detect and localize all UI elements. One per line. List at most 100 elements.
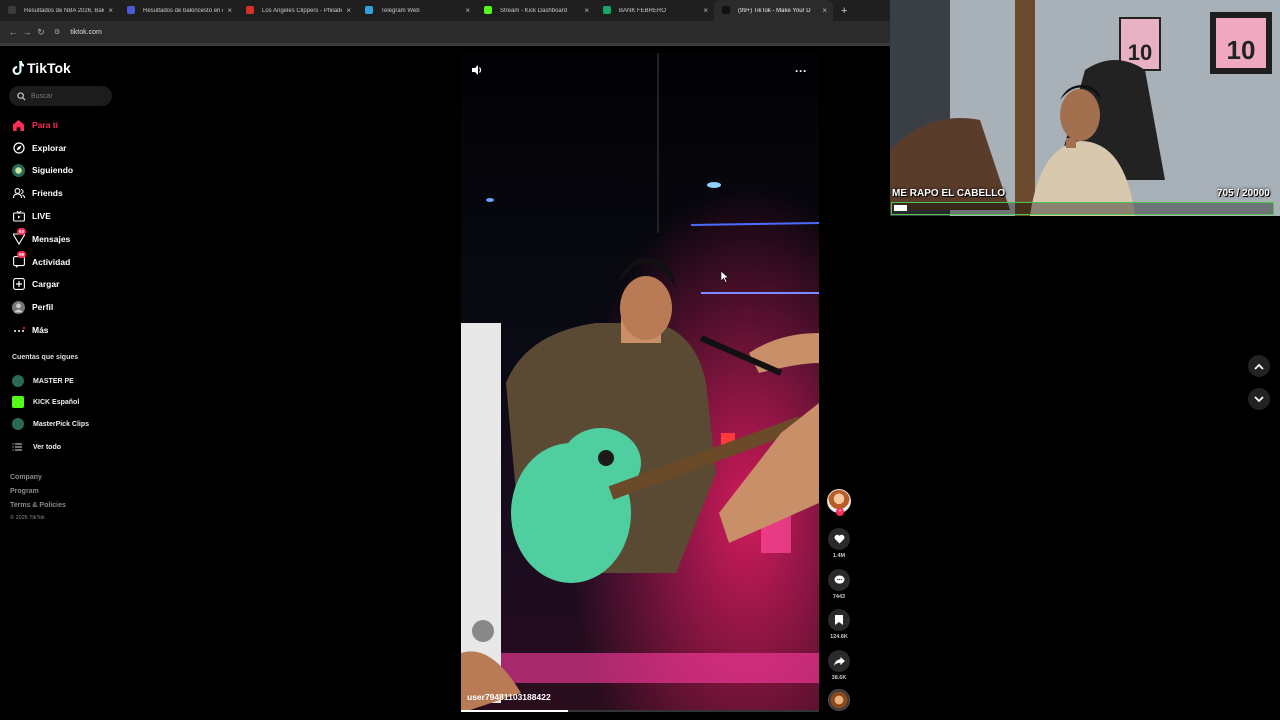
new-tab-button[interactable]: +: [841, 5, 847, 17]
browser-tab[interactable]: Telegram Web ×: [357, 0, 476, 21]
tab-close-icon[interactable]: ×: [465, 6, 470, 15]
browser-tab[interactable]: Los Angeles Clippers - Philadel ×: [238, 0, 357, 21]
tab-close-icon[interactable]: ×: [584, 6, 589, 15]
like-action[interactable]: 1.4M: [828, 528, 850, 559]
home-icon: [12, 119, 25, 132]
tab-favicon-icon: [365, 6, 373, 14]
save-count: 124.6K: [830, 634, 848, 640]
next-video-button[interactable]: [1248, 388, 1270, 410]
browser-tab[interactable]: (99+) TikTok - Make Your D ×: [714, 0, 833, 21]
sidebar-item-label: Mensajes: [32, 234, 71, 244]
speaker-icon: [472, 65, 482, 75]
following-avatar-icon: [12, 163, 25, 177]
following-item[interactable]: MasterPick Clips: [12, 417, 89, 431]
follow-plus-icon[interactable]: +: [836, 508, 844, 516]
save-action[interactable]: 124.6K: [828, 609, 850, 640]
video-username[interactable]: user79481103188422: [467, 692, 551, 702]
following-item[interactable]: MASTER PE: [12, 374, 74, 388]
sidebar-item-label: Para ti: [32, 120, 58, 130]
back-icon[interactable]: ←: [6, 27, 20, 37]
sidebar-item-actividad[interactable]: 99 Actividad: [12, 250, 70, 269]
tab-close-icon[interactable]: ×: [703, 6, 708, 15]
browser-tab[interactable]: Resultados de NBA 2026, Balon ×: [0, 0, 119, 21]
sidebar-item-label: Más: [32, 325, 49, 335]
share-action[interactable]: 38.6K: [828, 650, 850, 681]
compass-icon: [12, 142, 25, 155]
more-options-button[interactable]: ···: [795, 64, 807, 78]
site-info-icon[interactable]: ⚙: [54, 28, 60, 36]
tab-favicon-icon: [8, 6, 16, 14]
tab-favicon-icon: [246, 6, 254, 14]
tab-close-icon[interactable]: ×: [346, 6, 351, 15]
tab-close-icon[interactable]: ×: [822, 6, 827, 15]
browser-tab-bar: Resultados de NBA 2026, Balon × Resultados…: [0, 0, 890, 21]
account-avatar: [12, 418, 24, 430]
profile-avatar-icon: [12, 300, 25, 314]
chrome-divider: [0, 43, 890, 46]
tab-favicon-icon: [127, 6, 135, 14]
like-count: 1.4M: [832, 553, 846, 559]
url-text[interactable]: tiktok.com: [70, 29, 102, 36]
sidebar-item-para-ti[interactable]: Para ti: [12, 118, 58, 132]
following-label: MASTER PE: [33, 377, 74, 385]
tiktok-logo-icon: [12, 61, 24, 75]
upload-icon: [12, 278, 25, 291]
notification-badge: 99: [17, 250, 27, 258]
footer-link[interactable]: Program: [10, 488, 39, 495]
sidebar-item-más[interactable]: Más: [12, 323, 49, 337]
account-avatar: [12, 396, 24, 408]
browser-tab[interactable]: BANK FEBRERO ×: [595, 0, 714, 21]
previous-video-button[interactable]: [1248, 355, 1270, 377]
logo-text: TikTok: [27, 60, 71, 76]
tab-title: BANK FEBRERO: [619, 7, 667, 14]
music-disc[interactable]: [828, 689, 850, 711]
video-player[interactable]: [461, 53, 819, 711]
tab-favicon-icon: [722, 6, 730, 14]
live-tv-icon: [12, 210, 25, 223]
tab-title: Resultados de NBA 2026, Balon: [24, 7, 105, 14]
goal-progress-bar: [891, 202, 1274, 215]
video-progress-bar[interactable]: [461, 710, 819, 712]
volume-button[interactable]: [471, 63, 483, 81]
sidebar-item-label: Siguiendo: [32, 165, 74, 175]
comment-action[interactable]: 7443: [828, 569, 850, 600]
reload-icon[interactable]: ↻: [34, 27, 48, 38]
creator-avatar[interactable]: +: [827, 489, 851, 516]
following-title: Cuentas que sigues: [12, 354, 79, 361]
sidebar-item-mensajes[interactable]: 63 Mensajes: [12, 227, 71, 246]
search-input[interactable]: Buscar: [9, 86, 112, 106]
sidebar-item-label: LIVE: [32, 211, 51, 221]
sidebar-item-label: Perfil: [32, 302, 54, 312]
tab-title: (99+) TikTok - Make Your D: [738, 7, 811, 14]
following-item[interactable]: KICK Español: [12, 395, 79, 409]
video-frame: [461, 53, 819, 711]
following-label: MasterPick Clips: [33, 420, 90, 428]
activity-icon: 99: [12, 250, 27, 269]
sidebar-item-cargar[interactable]: Cargar: [12, 277, 59, 291]
tiktok-logo[interactable]: TikTok: [12, 60, 71, 76]
tab-title: Telegram Web: [381, 7, 420, 14]
following-item[interactable]: Ver todo: [12, 440, 61, 454]
account-avatar: [12, 375, 24, 387]
search-placeholder: Buscar: [31, 92, 53, 100]
following-label: Ver todo: [33, 443, 62, 451]
tab-title: Stream - Kick Dashboard: [500, 7, 568, 14]
share-icon: [833, 656, 845, 666]
footer-link[interactable]: Company: [10, 474, 42, 481]
sidebar-item-siguiendo[interactable]: Siguiendo: [12, 163, 73, 177]
sidebar-item-label: Friends: [32, 188, 63, 198]
forward-icon[interactable]: →: [20, 27, 34, 37]
footer-link[interactable]: Terms & Policies: [10, 502, 66, 509]
tab-title: Resultados de baloncesto en di: [143, 7, 224, 14]
sidebar-item-perfil[interactable]: Perfil: [12, 300, 53, 314]
sidebar-item-live[interactable]: LIVE: [12, 209, 51, 223]
sidebar-item-friends[interactable]: Friends: [12, 186, 63, 200]
browser-tab[interactable]: Resultados de baloncesto en di ×: [119, 0, 238, 21]
sidebar-item-label: Explorar: [32, 143, 67, 153]
sidebar-item-explorar[interactable]: Explorar: [12, 141, 67, 155]
tab-close-icon[interactable]: ×: [108, 6, 113, 15]
tab-close-icon[interactable]: ×: [227, 6, 232, 15]
goal-counter: 705 / 20000: [1217, 188, 1270, 199]
browser-tab[interactable]: Stream - Kick Dashboard ×: [476, 0, 595, 21]
tab-favicon-icon: [603, 6, 611, 14]
